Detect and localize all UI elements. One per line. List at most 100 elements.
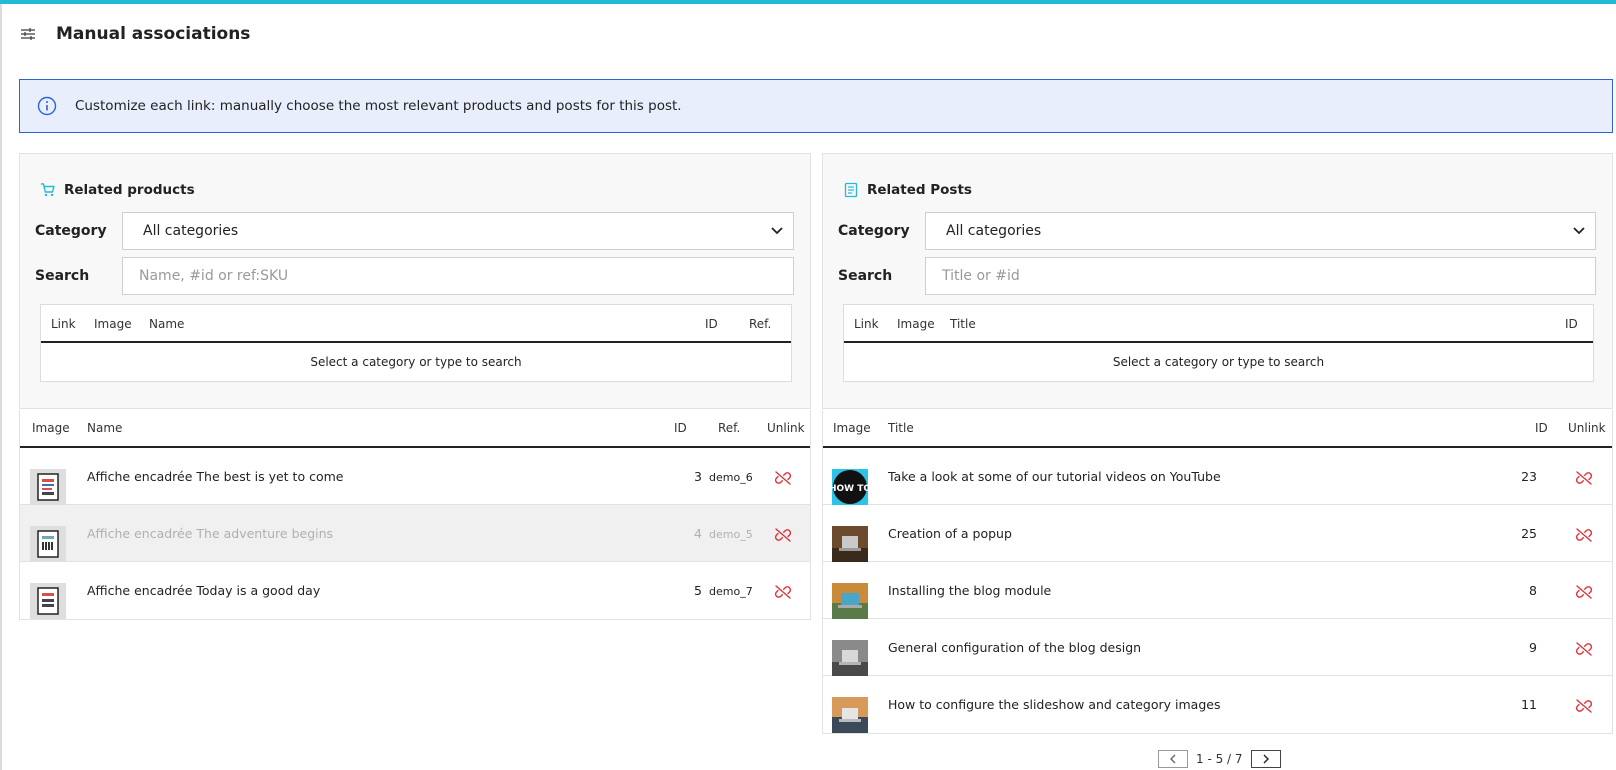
svg-text:HOW TO: HOW TO — [832, 484, 868, 494]
table-row: Creation of a popup 25 — [823, 505, 1612, 562]
unlink-icon[interactable] — [1575, 697, 1593, 715]
info-alert: Customize each link: manually choose the… — [19, 79, 1613, 133]
column-header-name: Name — [149, 317, 185, 331]
column-header-id: ID — [1565, 317, 1578, 331]
post-thumbnail — [832, 583, 868, 619]
post-thumbnail — [832, 640, 868, 676]
column-header-image: Image — [833, 421, 871, 435]
related-products-label: Related products — [64, 182, 195, 198]
post-title: How to configure the slideshow and categ… — [888, 697, 1221, 712]
posts-pagination: 1 - 5 / 7 — [1158, 750, 1281, 768]
chevron-down-icon — [1573, 223, 1585, 239]
products-search-empty: Select a category or type to search — [310, 355, 522, 369]
posts-search-input[interactable]: Title or #id — [925, 257, 1596, 295]
post-thumbnail: HOW TO — [829, 469, 871, 505]
pagination-text: 1 - 5 / 7 — [1196, 752, 1243, 766]
post-title: Take a look at some of our tutorial vide… — [888, 469, 1221, 484]
product-id: 5 — [694, 583, 702, 598]
pagination-prev-button[interactable] — [1158, 750, 1188, 768]
products-category-value: All categories — [143, 223, 239, 239]
related-posts-label: Related Posts — [867, 182, 972, 198]
column-header-name: Name — [87, 421, 123, 435]
product-name: Affiche encadrée The adventure begins — [87, 526, 334, 541]
products-search-placeholder: Name, #id or ref:SKU — [139, 268, 289, 284]
product-name: Affiche encadrée The best is yet to come — [87, 469, 344, 484]
product-id: 3 — [694, 469, 702, 484]
info-circle-icon — [37, 96, 57, 116]
column-header-image: Image — [32, 421, 70, 435]
product-id: 4 — [694, 526, 702, 541]
post-id: 8 — [1529, 583, 1537, 598]
product-thumbnail — [30, 583, 66, 619]
unlink-icon[interactable] — [1575, 640, 1593, 658]
column-header-image: Image — [897, 317, 935, 331]
table-row: Affiche encadrée The best is yet to come… — [20, 448, 810, 505]
table-row: Installing the blog module 8 — [823, 562, 1612, 619]
table-row: General configuration of the blog design… — [823, 619, 1612, 676]
linked-products-header: Image Name ID Ref. Unlink — [20, 410, 810, 448]
chevron-left-icon — [1170, 754, 1176, 764]
unlink-icon[interactable] — [1575, 583, 1593, 601]
column-header-unlink: Unlink — [1568, 421, 1606, 435]
posts-category-label: Category — [838, 223, 910, 239]
linked-posts-header: Image Title ID Unlink — [823, 410, 1612, 448]
related-posts-panel: Related Posts Category All categories Se… — [822, 153, 1613, 409]
posts-category-value: All categories — [946, 223, 1042, 239]
posts-category-row: Category All categories — [838, 212, 1596, 250]
product-thumbnail — [30, 526, 66, 562]
unlink-icon[interactable] — [774, 469, 792, 487]
post-thumbnail — [832, 526, 868, 562]
top-accent-bar — [0, 0, 1616, 4]
post-id: 23 — [1521, 469, 1537, 484]
table-row: HOW TO Take a look at some of our tutori… — [823, 448, 1612, 505]
posts-search-placeholder: Title or #id — [942, 268, 1020, 284]
products-search-label: Search — [35, 268, 90, 284]
pagination-next-button[interactable] — [1250, 750, 1281, 768]
posts-search-empty: Select a category or type to search — [1112, 355, 1325, 369]
column-header-id: ID — [674, 421, 687, 435]
column-header-id: ID — [1535, 421, 1548, 435]
posts-search-row: Search Title or #id — [838, 257, 1596, 295]
column-header-title: Title — [888, 421, 914, 435]
posts-search-table-header: Link Image Title ID — [844, 305, 1593, 343]
column-header-link: Link — [51, 317, 76, 331]
column-header-image: Image — [94, 317, 132, 331]
document-icon — [843, 182, 859, 198]
products-search-table: Link Image Name ID Ref. Select a categor… — [40, 304, 792, 382]
unlink-icon[interactable] — [774, 583, 792, 601]
post-title: General configuration of the blog design — [888, 640, 1142, 655]
products-search-row: Search Name, #id or ref:SKU — [35, 257, 794, 295]
sliders-icon — [20, 26, 36, 42]
linked-posts-table: Image Title ID Unlink HOW TO Take a look… — [822, 410, 1613, 734]
linked-products-table: Image Name ID Ref. Unlink Affiche encadr… — [19, 410, 811, 620]
unlink-icon[interactable] — [1575, 469, 1593, 487]
cart-icon — [40, 182, 56, 198]
product-name: Affiche encadrée Today is a good day — [87, 583, 321, 598]
unlink-icon[interactable] — [774, 526, 792, 544]
post-thumbnail — [832, 697, 868, 733]
related-products-title: Related products — [40, 182, 195, 198]
section-header: Manual associations — [20, 22, 250, 46]
table-row: Affiche encadrée The adventure begins 4 … — [20, 505, 810, 562]
unlink-icon[interactable] — [1575, 526, 1593, 544]
column-header-title: Title — [950, 317, 976, 331]
alert-text: Customize each link: manually choose the… — [75, 98, 682, 114]
post-title: Installing the blog module — [888, 583, 1052, 598]
column-header-ref: Ref. — [718, 421, 741, 435]
products-category-select[interactable]: All categories — [122, 212, 794, 250]
posts-search-label: Search — [838, 268, 893, 284]
column-header-ref: Ref. — [749, 317, 772, 331]
related-products-panel: Related products Category All categories… — [19, 153, 811, 409]
product-thumbnail — [30, 469, 66, 505]
product-ref: demo_6 — [709, 471, 753, 484]
table-row: How to configure the slideshow and categ… — [823, 676, 1612, 733]
post-id: 9 — [1529, 640, 1537, 655]
post-id: 11 — [1521, 697, 1537, 712]
chevron-down-icon — [771, 223, 783, 239]
products-search-table-header: Link Image Name ID Ref. — [41, 305, 791, 343]
products-search-input[interactable]: Name, #id or ref:SKU — [122, 257, 794, 295]
products-category-row: Category All categories — [35, 212, 794, 250]
column-header-id: ID — [705, 317, 718, 331]
posts-search-table: Link Image Title ID Select a category or… — [843, 304, 1594, 382]
posts-category-select[interactable]: All categories — [925, 212, 1596, 250]
